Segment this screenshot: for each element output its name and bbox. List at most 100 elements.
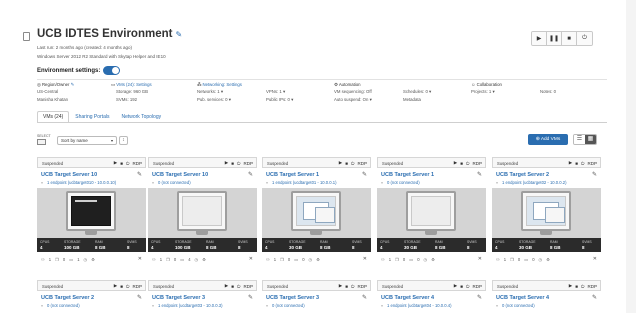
networking-settings-link[interactable]: Networking: Settings (203, 82, 242, 87)
delete-icon[interactable]: ✕ (478, 256, 482, 262)
clock-icon[interactable]: ◷ (309, 257, 313, 262)
screen-icon[interactable]: ▭ (69, 257, 73, 262)
user-icon[interactable]: ⚇ (496, 257, 500, 262)
vm-endpoint[interactable]: 0 (not connected) (387, 180, 420, 185)
select-checkbox[interactable] (37, 139, 46, 145)
vm-stop-button[interactable]: ■ (231, 284, 234, 289)
vm-screenshot[interactable] (148, 188, 257, 238)
vm-run-button[interactable]: ▶ (454, 283, 457, 289)
vm-screenshot[interactable] (262, 188, 371, 238)
gear-icon[interactable]: ⚙ (546, 257, 550, 262)
delete-icon[interactable]: ✕ (363, 256, 367, 262)
screen-icon[interactable]: ▭ (294, 257, 298, 262)
vm-run-button[interactable]: ▶ (454, 160, 457, 166)
vm-name-link[interactable]: UCB Target Server 4 (381, 295, 434, 301)
clock-icon[interactable]: ◷ (195, 257, 199, 262)
vm-rdp-button[interactable]: RDP (243, 161, 253, 166)
vm-power-button[interactable]: ⏻ (351, 161, 355, 166)
copy-icon[interactable]: ❐ (55, 257, 59, 262)
vpns-dropdown[interactable]: VPNs: 1 ▾ (266, 89, 285, 95)
vm-rdp-button[interactable]: RDP (243, 284, 253, 289)
clock-icon[interactable]: ◷ (424, 257, 428, 262)
projects-dropdown[interactable]: Projects: 1 ▾ (471, 89, 495, 95)
vm-endpoint[interactable]: 1 endpoint (ucbtarget04 - 10.0.0.4) (387, 303, 452, 308)
pencil-icon[interactable]: ✎ (175, 30, 182, 39)
pencil-icon[interactable]: ✎ (137, 294, 142, 301)
vm-sequencing-link[interactable]: VM sequencing: Off (334, 89, 372, 94)
user-icon[interactable]: ⚇ (41, 257, 45, 262)
pencil-icon[interactable]: ✎ (592, 294, 597, 301)
vm-run-button[interactable]: ▶ (114, 160, 117, 166)
vm-stop-button[interactable]: ■ (120, 284, 123, 289)
delete-icon[interactable]: ✕ (249, 256, 253, 262)
settings-toggle[interactable] (103, 66, 120, 75)
add-vms-button[interactable]: ⊕ Add VMs (528, 134, 568, 145)
vm-stop-button[interactable]: ■ (575, 284, 578, 289)
sort-direction-icon[interactable]: ↕ (119, 136, 128, 145)
vm-name-link[interactable]: UCB Target Server 10 (41, 172, 97, 178)
vms-settings-link[interactable]: VMs (24): Settings (116, 82, 151, 87)
vm-stop-button[interactable]: ■ (120, 161, 123, 166)
vm-stop-button[interactable]: ■ (460, 161, 463, 166)
vm-power-button[interactable]: ⏻ (126, 161, 130, 166)
vm-rdp-button[interactable]: RDP (132, 284, 142, 289)
metadata-link[interactable]: Metadata (403, 97, 421, 102)
delete-icon[interactable]: ✕ (138, 256, 142, 262)
vm-power-button[interactable]: ⏻ (237, 161, 241, 166)
vm-power-button[interactable]: ⏻ (466, 284, 470, 289)
vm-run-button[interactable]: ▶ (225, 283, 228, 289)
vm-name-link[interactable]: UCB Target Server 10 (152, 172, 208, 178)
gear-icon[interactable]: ⚙ (91, 257, 95, 262)
copy-icon[interactable]: ❐ (166, 257, 170, 262)
schedules-dropdown[interactable]: Schedules: 0 ▾ (403, 89, 431, 95)
page-scrollbar[interactable] (626, 0, 636, 313)
networks-dropdown[interactable]: Networks: 1 ▾ (197, 89, 223, 95)
pencil-icon[interactable]: ✎ (248, 171, 253, 178)
vm-run-button[interactable]: ▶ (569, 283, 572, 289)
vm-name-link[interactable]: UCB Target Server 2 (496, 172, 549, 178)
vm-endpoint[interactable]: 1 endpoint (ucbtarget02 - 10.0.0.2) (502, 180, 567, 185)
vm-name-link[interactable]: UCB Target Server 3 (152, 295, 205, 301)
vm-endpoint[interactable]: 0 (not connected) (272, 303, 305, 308)
vm-endpoint[interactable]: 0 (not connected) (502, 303, 535, 308)
screen-icon[interactable]: ▭ (524, 257, 528, 262)
copy-icon[interactable]: ❐ (510, 257, 514, 262)
vm-stop-button[interactable]: ■ (575, 161, 578, 166)
screen-icon[interactable]: ▭ (409, 257, 413, 262)
vm-power-button[interactable]: ⏻ (351, 284, 355, 289)
vm-rdp-button[interactable]: RDP (472, 284, 482, 289)
vm-endpoint[interactable]: 0 (not connected) (158, 180, 191, 185)
vm-run-button[interactable]: ▶ (114, 283, 117, 289)
clock-icon[interactable]: ◷ (84, 257, 88, 262)
vm-stop-button[interactable]: ■ (231, 161, 234, 166)
vm-rdp-button[interactable]: RDP (357, 284, 367, 289)
delete-icon[interactable]: ✕ (593, 256, 597, 262)
vm-run-button[interactable]: ▶ (339, 283, 342, 289)
vm-power-button[interactable]: ⏻ (466, 161, 470, 166)
grid-icon[interactable]: ▦ (585, 135, 596, 144)
copy-icon[interactable]: ❐ (280, 257, 284, 262)
vm-rdp-button[interactable]: RDP (587, 284, 597, 289)
run-button[interactable]: ▶ (532, 32, 547, 45)
vm-name-link[interactable]: UCB Target Server 2 (41, 295, 94, 301)
vm-run-button[interactable]: ▶ (339, 160, 342, 166)
vm-rdp-button[interactable]: RDP (587, 161, 597, 166)
vm-run-button[interactable]: ▶ (569, 160, 572, 166)
vm-rdp-button[interactable]: RDP (357, 161, 367, 166)
pub-services-dropdown[interactable]: Pub. services: 0 ▾ (197, 97, 231, 103)
vm-endpoint[interactable]: 1 endpoint (ucdtarget03 - 10.0.0.3) (158, 303, 223, 308)
gear-icon[interactable]: ⚙ (316, 257, 320, 262)
vm-power-button[interactable]: ⏻ (581, 161, 585, 166)
select-all[interactable]: SELECT (37, 134, 51, 145)
vm-name-link[interactable]: UCB Target Server 1 (381, 172, 434, 178)
vm-endpoint[interactable]: 1 endpoint (ucbtarget010 - 10.0.0.10) (47, 180, 116, 185)
owner-link[interactable]: Manisha Khatan (37, 97, 68, 102)
vm-rdp-button[interactable]: RDP (472, 161, 482, 166)
pencil-icon[interactable]: ✎ (477, 171, 482, 178)
clock-icon[interactable]: ◷ (539, 257, 543, 262)
user-icon[interactable]: ⚇ (381, 257, 385, 262)
suspend-button[interactable]: ❚❚ (547, 32, 562, 45)
pencil-icon[interactable]: ✎ (248, 294, 253, 301)
vm-endpoint[interactable]: 1 endpoint (ucdtarget01 - 10.0.0.1) (272, 180, 337, 185)
vm-screenshot[interactable] (492, 188, 601, 238)
